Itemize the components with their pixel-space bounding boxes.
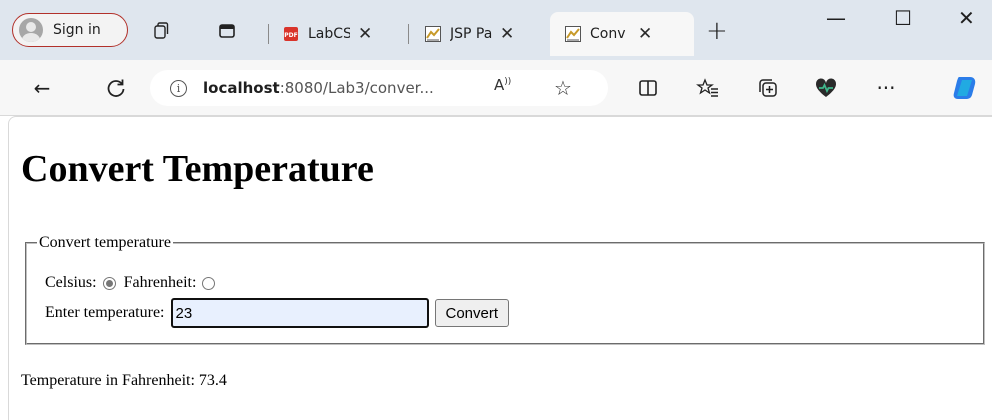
fahrenheit-label: Fahrenheit:: [123, 274, 197, 291]
split-screen-icon[interactable]: [636, 77, 660, 99]
tab-jsp[interactable]: JSP Pa ✕: [424, 12, 542, 56]
convert-button[interactable]: Convert: [434, 299, 510, 327]
info-icon[interactable]: i: [170, 79, 187, 97]
browser-essentials-icon[interactable]: [814, 77, 838, 99]
convert-fieldset: Convert temperature Celsius: Fahrenheit:…: [25, 234, 985, 345]
conversion-result: Temperature in Fahrenheit: 73.4: [21, 372, 227, 389]
url-host: localhost: [203, 79, 280, 97]
tab-convert-active[interactable]: Conv ✕: [550, 12, 694, 56]
minimize-button[interactable]: —: [826, 6, 846, 30]
tab-title: LabCS: [308, 26, 350, 42]
tab-title: Conv: [590, 26, 626, 42]
celsius-radio[interactable]: [102, 276, 116, 290]
tab-actions-icon[interactable]: [218, 22, 236, 40]
more-options-icon[interactable]: ···: [874, 76, 898, 100]
temperature-label: Enter temperature:: [45, 304, 165, 321]
java-icon: [565, 26, 581, 42]
java-icon: [425, 26, 441, 42]
tab-title: JSP Pa: [450, 26, 492, 42]
tab-separator: [268, 24, 269, 44]
avatar-icon: [19, 18, 43, 42]
celsius-label: Celsius:: [45, 274, 97, 291]
copilot-icon[interactable]: [950, 75, 980, 101]
temperature-input[interactable]: [170, 298, 429, 328]
favorites-icon[interactable]: [696, 77, 720, 99]
new-tab-button[interactable]: +: [706, 16, 728, 46]
url-path: :8080/Lab3/conver...: [279, 79, 434, 97]
address-bar[interactable]: i localhost :8080/Lab3/conver... A)) ☆: [150, 70, 608, 106]
unit-row: Celsius: Fahrenheit:: [45, 274, 223, 292]
close-window-button[interactable]: ✕: [958, 6, 975, 30]
sign-in-label: Sign in: [53, 22, 101, 38]
page-content: Convert Temperature Convert temperature …: [8, 116, 992, 420]
fahrenheit-radio[interactable]: [202, 276, 216, 290]
temperature-row: Enter temperature: Convert: [45, 298, 510, 328]
close-tab-icon[interactable]: ✕: [358, 24, 372, 44]
tab-separator: [408, 24, 409, 44]
page-title: Convert Temperature: [21, 148, 374, 190]
workspaces-icon[interactable]: [152, 22, 170, 40]
collections-icon[interactable]: [756, 77, 780, 99]
close-tab-icon[interactable]: ✕: [638, 24, 652, 44]
tab-labcs[interactable]: PDF LabCS ✕: [282, 12, 400, 56]
refresh-icon[interactable]: [104, 77, 128, 99]
back-arrow-icon[interactable]: ←: [30, 76, 54, 100]
sign-in-button[interactable]: Sign in: [12, 13, 128, 47]
tab-strip: Sign in PDF LabCS ✕ JSP Pa ✕ Conv ✕ + — …: [0, 0, 992, 60]
read-aloud-icon[interactable]: A)): [494, 76, 511, 94]
svg-text:PDF: PDF: [284, 32, 297, 39]
fieldset-legend: Convert temperature: [39, 234, 171, 251]
pdf-icon: PDF: [284, 27, 298, 41]
browser-toolbar: ← i localhost :8080/Lab3/conver... A)) ☆…: [0, 60, 992, 116]
close-tab-icon[interactable]: ✕: [500, 24, 514, 44]
maximize-button[interactable]: ☐: [894, 6, 912, 30]
favorite-star-icon[interactable]: ☆: [554, 76, 572, 100]
